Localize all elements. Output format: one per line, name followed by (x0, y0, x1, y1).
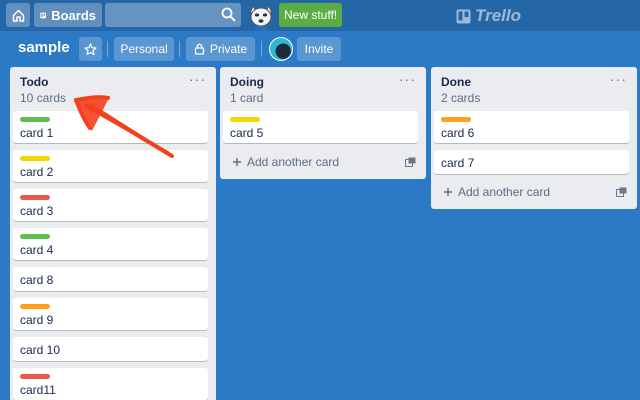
ellipsis-icon[interactable]: ··· (610, 71, 627, 87)
header-divider (107, 41, 108, 57)
header-divider (261, 41, 262, 57)
card-title: card11 (20, 383, 56, 397)
ellipsis-icon[interactable]: ··· (189, 71, 206, 87)
team-button[interactable]: Personal (114, 37, 174, 61)
list-title[interactable]: Todo (20, 75, 48, 89)
list-card[interactable]: card11 (13, 368, 208, 400)
list-card[interactable]: card 9 (13, 298, 208, 330)
trello-logo-text: Trello (475, 6, 521, 25)
plus-icon (444, 188, 452, 196)
lock-icon (194, 43, 204, 55)
card-label-yellow (230, 117, 260, 122)
card-title: card 2 (20, 165, 54, 179)
board-title[interactable]: sample (18, 39, 70, 56)
home-button[interactable] (6, 3, 30, 27)
add-card-button[interactable]: Add another card (443, 185, 550, 199)
boards-button-label: Boards (51, 7, 96, 23)
star-icon (84, 42, 97, 55)
trello-logo[interactable]: Trello (456, 6, 521, 26)
new-stuff-label: New stuff! (284, 8, 338, 22)
card-title: card 9 (20, 313, 54, 327)
card-title: card 10 (20, 343, 61, 357)
boards-icon (40, 12, 46, 18)
card-title: card 7 (441, 156, 475, 170)
team-label: Personal (120, 42, 168, 56)
card-template-icon[interactable] (405, 157, 416, 167)
boards-button[interactable]: Boards (34, 3, 102, 27)
add-card-label: Add another card (458, 185, 551, 199)
card-label-red (20, 195, 50, 200)
list-card-count: 2 cards (441, 91, 481, 105)
add-card-label: Add another card (247, 155, 340, 169)
visibility-button[interactable]: Private (186, 37, 255, 61)
list-title[interactable]: Done (441, 75, 471, 89)
top-header-bar: Boards New stuff! Trello (0, 0, 640, 31)
card-label-green (20, 117, 50, 122)
list-card[interactable]: card 6 (434, 111, 629, 143)
add-card-button[interactable]: Add another card (232, 155, 339, 169)
card-title: card 4 (20, 243, 54, 257)
header-divider (179, 41, 180, 57)
list-card[interactable]: card 5 (223, 111, 418, 143)
taco-mascot-icon[interactable] (246, 1, 276, 31)
star-board-button[interactable] (79, 37, 102, 61)
member-avatar[interactable] (269, 37, 293, 61)
card-title: card 6 (441, 126, 475, 140)
list-doing: Doing 1 card ··· card 5 Add another card (220, 67, 426, 179)
card-label-red (20, 374, 50, 379)
card-label-yellow (20, 156, 50, 161)
ellipsis-icon[interactable]: ··· (399, 71, 416, 87)
list-title[interactable]: Doing (230, 75, 264, 89)
search-icon[interactable] (221, 7, 236, 22)
card-label-green (20, 234, 50, 239)
card-title: card 8 (20, 273, 54, 287)
search-input[interactable] (105, 3, 215, 27)
list-card-count: 1 card (230, 91, 264, 105)
new-stuff-button[interactable]: New stuff! (279, 3, 343, 27)
trello-logo-icon (456, 9, 471, 23)
list-card[interactable]: card 8 (13, 267, 208, 291)
card-template-icon[interactable] (616, 187, 627, 197)
invite-label: Invite (304, 42, 334, 56)
list-card[interactable]: card 2 (13, 150, 208, 182)
visibility-label: Private (209, 42, 248, 56)
list-card-count: 10 cards (20, 91, 67, 105)
list-card[interactable]: card 3 (13, 189, 208, 221)
card-label-orange (20, 304, 50, 309)
plus-icon (233, 158, 241, 166)
list-done: Done 2 cards ··· card 6 card 7 Add anoth… (431, 67, 637, 209)
card-title: card 1 (20, 126, 54, 140)
list-card[interactable]: card 10 (13, 337, 208, 361)
card-title: card 3 (20, 204, 54, 218)
invite-button[interactable]: Invite (297, 37, 341, 61)
list-todo: Todo 10 cards ··· card 1 card 2 card 3 c… (10, 67, 216, 400)
list-card[interactable]: card 4 (13, 228, 208, 260)
home-icon (12, 9, 24, 22)
card-title: card 5 (230, 126, 264, 140)
search-box[interactable] (105, 3, 241, 27)
card-label-orange (441, 117, 471, 122)
list-card[interactable]: card 7 (434, 150, 629, 174)
list-card[interactable]: card 1 (13, 111, 208, 143)
